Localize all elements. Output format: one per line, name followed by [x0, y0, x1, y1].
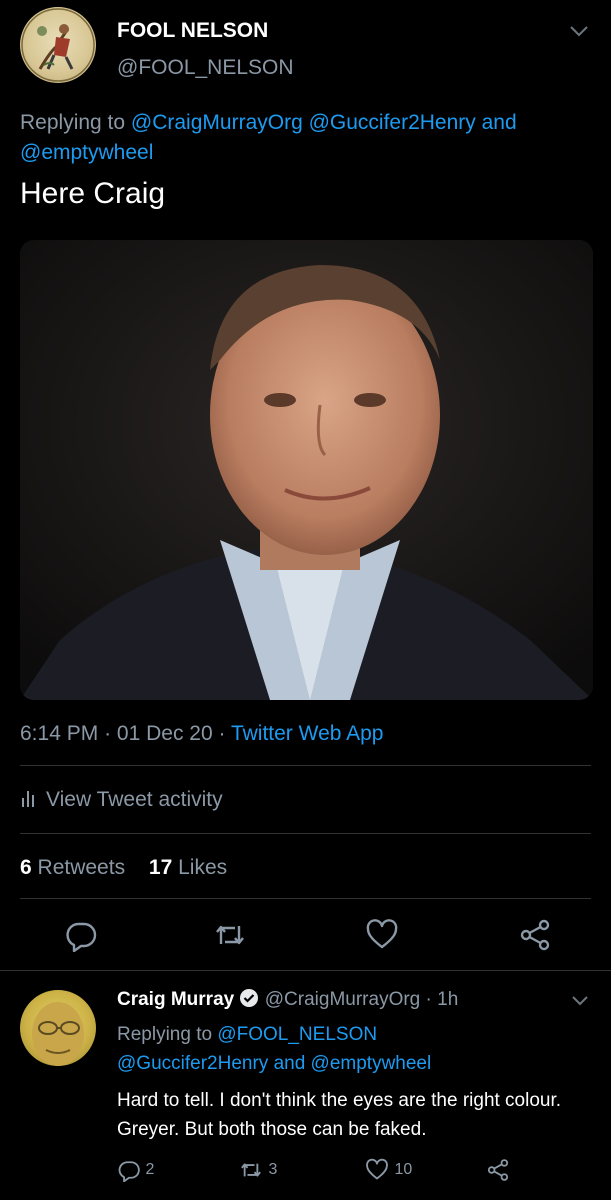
reply-author-handle[interactable]: @CraigMurrayOrg [265, 989, 420, 1010]
like-count: 10 [394, 1161, 413, 1179]
activity-bars-icon [22, 791, 34, 807]
view-activity-label: View Tweet activity [46, 788, 223, 811]
like-icon [366, 1158, 388, 1180]
tweet-photo[interactable] [20, 240, 593, 700]
divider [20, 833, 591, 834]
divider [20, 765, 591, 766]
author-handle[interactable]: @FOOL_NELSON [117, 56, 294, 80]
chevron-down-icon[interactable] [568, 24, 590, 38]
view-activity-button[interactable]: View Tweet activity [20, 788, 223, 812]
author-name[interactable]: FOOL NELSON [117, 19, 268, 43]
reply-age: 1h [437, 989, 459, 1010]
meta-separator: · [218, 722, 226, 745]
retweet-icon[interactable] [213, 918, 247, 952]
reply-retweet-action[interactable]: 3 [238, 1158, 277, 1182]
reply-icon[interactable] [64, 918, 98, 952]
fool-figure-illustration [21, 8, 95, 82]
reply-count: 2 [145, 1161, 155, 1179]
like-icon[interactable] [365, 918, 399, 952]
reply-share-action[interactable] [486, 1158, 510, 1182]
share-icon[interactable] [518, 918, 552, 952]
author-avatar[interactable] [20, 7, 96, 83]
reply-like-action[interactable]: 10 [364, 1158, 412, 1182]
replying-prefix: Replying to [117, 1024, 213, 1045]
tweet-meta: 6:14 PM · 01 Dec 20 · Twitter Web App [20, 722, 383, 746]
reply-text: Hard to tell. I don't think the eyes are… [117, 1090, 562, 1140]
reply-icon [118, 1161, 140, 1183]
likes-label: Likes [178, 856, 228, 879]
likes-stat[interactable]: 17 Likes [149, 856, 227, 879]
tweet-time: 6:14 PM [20, 722, 99, 745]
likes-count: 17 [148, 856, 173, 879]
meta-separator: · [425, 989, 432, 1010]
share-icon [487, 1159, 509, 1181]
retweets-label: Retweets [37, 856, 126, 879]
divider [0, 970, 611, 971]
replying-handle-link[interactable]: @FOOL_NELSON [217, 1024, 377, 1045]
reply-author-name[interactable]: Craig Murray [117, 989, 234, 1010]
replying-prefix: Replying to [20, 111, 126, 134]
replying-handle-link[interactable]: @Guccifer2Henry [117, 1053, 268, 1074]
engagement-stats: 6 Retweets 17 Likes [20, 856, 227, 880]
divider [20, 898, 591, 899]
retweets-count: 6 [20, 856, 32, 879]
meta-separator: · [104, 722, 112, 745]
portrait-photo [20, 240, 593, 700]
tweet-date: 01 Dec 20 [116, 722, 213, 745]
retweets-stat[interactable]: 6 Retweets [20, 856, 125, 879]
retweet-count: 3 [268, 1161, 278, 1179]
reply-replying-to: Replying to @FOOL_NELSON @Guccifer2Henry… [117, 1020, 587, 1078]
reply-reply-action[interactable]: 2 [117, 1158, 155, 1183]
replying-to: Replying to @CraigMurrayOrg @Guccifer2He… [20, 108, 590, 168]
replying-handle-link[interactable]: @emptywheel [311, 1053, 432, 1074]
reply-avatar-face [32, 1002, 84, 1066]
reply-author-avatar[interactable] [20, 990, 96, 1066]
tweet-text: Here Craig [20, 177, 166, 210]
verified-badge-icon [240, 989, 259, 1007]
chevron-down-icon[interactable] [570, 994, 590, 1007]
tweet-source-link[interactable]: Twitter Web App [231, 722, 384, 745]
replying-and: and [273, 1053, 306, 1074]
reply-header: Craig Murray @CraigMurrayOrg · 1h [117, 988, 458, 1011]
retweet-icon [241, 1163, 261, 1177]
